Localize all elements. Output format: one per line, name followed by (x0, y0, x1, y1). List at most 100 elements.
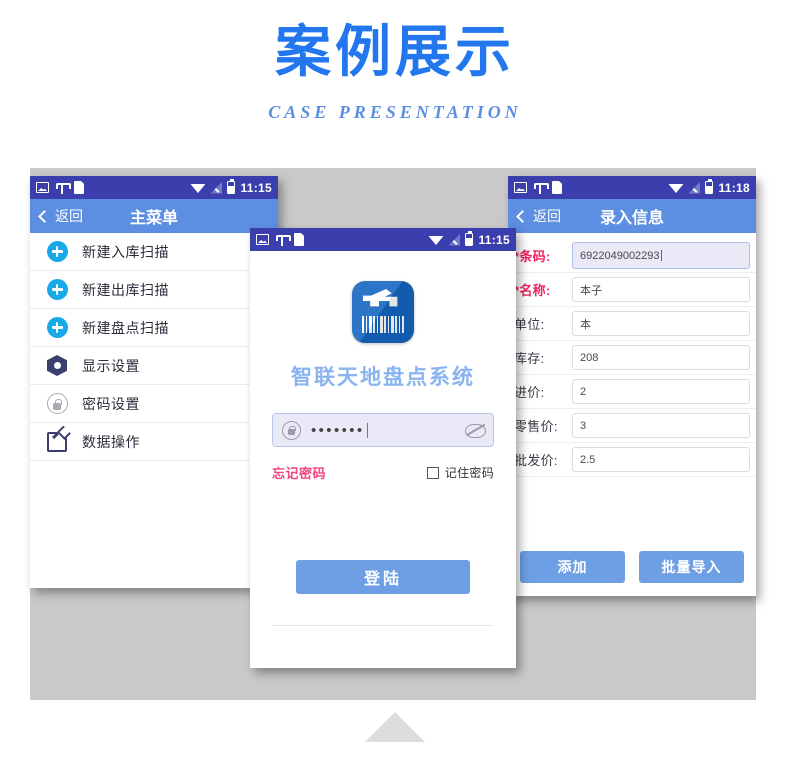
form-row-cost-price: 进价: 2 (508, 375, 756, 409)
back-label: 返回 (55, 208, 83, 224)
battery-icon (465, 230, 474, 246)
page-subtitle: CASE PRESENTATION (268, 102, 522, 122)
usb-icon (56, 181, 71, 194)
form-row-name: *名称: 本子 (508, 273, 756, 307)
statusbar-left: 11:15 (30, 176, 278, 199)
plus-circle-icon (42, 241, 72, 262)
barcode-input[interactable]: 6922049002293 (572, 242, 750, 269)
remember-password-toggle[interactable]: 记住密码 (426, 464, 494, 481)
form-row-unit: 单位: 本 (508, 307, 756, 341)
remember-label: 记住密码 (444, 466, 494, 480)
document-icon (294, 233, 304, 246)
wifi-icon (668, 183, 684, 193)
main-menu-list: 新建入库扫描 新建出库扫描 新建盘点扫描 显示设置 密码设置 数据操作 (30, 233, 278, 461)
field-label-wholesale-price: 批发价: (514, 453, 558, 468)
signal-icon (448, 233, 461, 246)
toolbar-left: 返回 主菜单 (30, 199, 278, 233)
signal-icon (210, 181, 223, 194)
login-button[interactable]: 登陆 (296, 560, 470, 594)
plus-circle-icon (42, 317, 72, 338)
wholesale-price-input[interactable]: 2.5 (572, 447, 750, 472)
add-button[interactable]: 添加 (520, 551, 625, 583)
triangle-up-icon (365, 712, 425, 742)
status-time: 11:15 (240, 180, 272, 195)
barcode-app-icon (352, 281, 414, 343)
page-title: 案例展示 (275, 20, 515, 85)
document-icon (74, 181, 84, 194)
chevron-left-icon (38, 209, 51, 223)
menu-item-label: 显示设置 (82, 357, 140, 374)
menu-item-label: 新建出库扫描 (82, 281, 169, 298)
menu-item-inventory-scan[interactable]: 新建盘点扫描 (30, 309, 278, 347)
cost-price-input[interactable]: 2 (572, 379, 750, 404)
form-actions: 添加 批量导入 (508, 551, 756, 583)
phone-entry-form: 11:18 返回 录入信息 *条码: 6922049002293 *名称: 本子… (508, 176, 756, 596)
field-label-unit: 单位: (514, 317, 545, 332)
entry-form: *条码: 6922049002293 *名称: 本子 单位: 本 库存: 208… (508, 233, 756, 583)
phone-login: 11:15 智联天地盘点系统 ••••••• 忘记密码 记住密码 登陆 (250, 228, 516, 668)
signal-icon (688, 181, 701, 194)
login-links-row: 忘记密码 记住密码 (272, 463, 494, 482)
form-row-retail-price: 零售价: 3 (508, 409, 756, 443)
menu-item-outbound-scan[interactable]: 新建出库扫描 (30, 271, 278, 309)
back-label: 返回 (533, 208, 561, 224)
menu-item-label: 新建入库扫描 (82, 243, 169, 260)
usb-icon (534, 181, 549, 194)
password-field[interactable]: ••••••• (272, 413, 494, 447)
toolbar-right: 返回 录入信息 (508, 199, 756, 233)
menu-item-inbound-scan[interactable]: 新建入库扫描 (30, 233, 278, 271)
form-row-stock: 库存: 208 (508, 341, 756, 375)
battery-icon (227, 178, 236, 194)
status-time: 11:18 (718, 180, 750, 195)
menu-item-password-settings[interactable]: 密码设置 (30, 385, 278, 423)
menu-item-label: 新建盘点扫描 (82, 319, 169, 336)
wifi-icon (190, 183, 206, 193)
menu-item-label: 数据操作 (82, 433, 140, 450)
batch-import-button[interactable]: 批量导入 (639, 551, 744, 583)
stock-input[interactable]: 208 (572, 345, 750, 370)
back-button[interactable]: 返回 (516, 206, 561, 226)
wifi-icon (428, 235, 444, 245)
image-icon (514, 182, 527, 193)
lock-icon (282, 420, 301, 440)
form-row-wholesale-price: 批发价: 2.5 (508, 443, 756, 477)
name-input[interactable]: 本子 (572, 277, 750, 302)
app-name: 智联天地盘点系统 (291, 366, 475, 389)
image-icon (256, 234, 269, 245)
text-cursor (366, 422, 369, 438)
field-label-stock: 库存: (514, 351, 545, 366)
unit-input[interactable]: 本 (572, 311, 750, 336)
field-label-barcode: *条码: (514, 249, 551, 264)
gear-icon (42, 355, 72, 376)
image-icon (36, 182, 49, 193)
usb-icon (276, 233, 291, 246)
menu-item-label: 密码设置 (82, 395, 140, 412)
form-row-barcode: *条码: 6922049002293 (508, 239, 756, 273)
barcode-value: 6922049002293 (580, 249, 660, 262)
menu-item-display-settings[interactable]: 显示设置 (30, 347, 278, 385)
field-label-name: *名称: (514, 283, 551, 298)
statusbar-center: 11:15 (250, 228, 516, 251)
field-label-retail-price: 零售价: (514, 419, 558, 434)
lock-icon (42, 393, 72, 414)
eye-slash-icon[interactable] (465, 424, 486, 438)
page-header: 案例展示 CASE PRESENTATION (0, 18, 790, 123)
statusbar-right: 11:18 (508, 176, 756, 199)
plus-circle-icon (42, 279, 72, 300)
chevron-left-icon (516, 209, 529, 223)
retail-price-input[interactable]: 3 (572, 413, 750, 438)
forgot-password-link[interactable]: 忘记密码 (272, 463, 326, 482)
field-label-cost-price: 进价: (514, 385, 545, 400)
text-cursor (660, 250, 663, 261)
remember-checkbox[interactable] (426, 466, 439, 479)
document-icon (552, 181, 562, 194)
battery-icon (705, 178, 714, 194)
login-screen: 智联天地盘点系统 ••••••• 忘记密码 记住密码 登陆 (250, 281, 516, 664)
status-time: 11:15 (478, 232, 510, 247)
phone-main-menu: 11:15 返回 主菜单 新建入库扫描 新建出库扫描 新建盘点扫描 显示设置 密… (30, 176, 278, 588)
password-value: ••••••• (311, 422, 465, 438)
edit-icon (42, 431, 72, 452)
menu-item-data-operations[interactable]: 数据操作 (30, 423, 278, 461)
back-button[interactable]: 返回 (38, 206, 83, 226)
login-divider (272, 625, 494, 626)
